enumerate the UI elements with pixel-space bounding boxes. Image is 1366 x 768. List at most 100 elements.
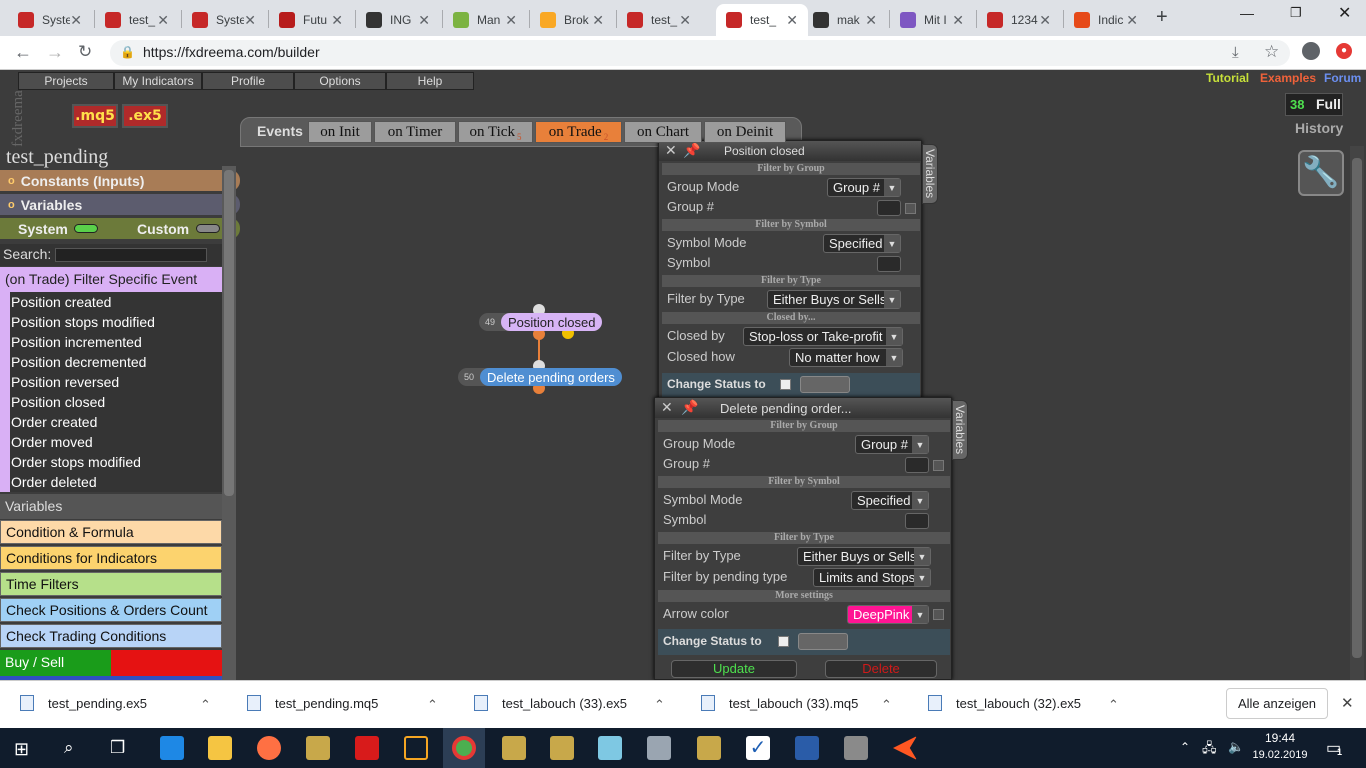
group-num-checkbox[interactable] bbox=[905, 203, 916, 214]
pending-type-select[interactable]: Limits and Stops ▼ bbox=[813, 568, 931, 587]
change-status-checkbox[interactable] bbox=[780, 379, 791, 390]
filter-type-select[interactable]: Either Buys or Sells ▼ bbox=[767, 290, 901, 309]
category-item[interactable]: Check Trading Conditions bbox=[0, 624, 222, 648]
app-icon[interactable] bbox=[550, 736, 574, 760]
event-tab-on-deinit[interactable]: on Deinit bbox=[704, 121, 786, 143]
delete-button[interactable]: Delete bbox=[825, 660, 937, 678]
check-icon[interactable]: ✓ bbox=[746, 736, 770, 760]
symbol-mode-select[interactable]: Specified ▼ bbox=[851, 491, 929, 510]
history-link[interactable]: History bbox=[1295, 120, 1343, 136]
event-item[interactable]: Order stops modified bbox=[11, 454, 141, 470]
examples-link[interactable]: Examples bbox=[1260, 71, 1316, 85]
browser-tab[interactable]: test_ ✕ bbox=[617, 4, 701, 36]
search-icon[interactable]: ⌕ bbox=[64, 738, 74, 758]
back-icon[interactable]: ← bbox=[14, 42, 32, 63]
url-text[interactable]: https://fxdreema.com/builder bbox=[143, 44, 320, 60]
close-tab-icon[interactable]: ✕ bbox=[952, 12, 964, 29]
download-menu-chevron-icon[interactable]: ⌃ bbox=[654, 697, 665, 713]
group-mode-select[interactable]: Group # ▼ bbox=[827, 178, 901, 197]
symbol-input[interactable] bbox=[905, 513, 929, 529]
close-tab-icon[interactable]: ✕ bbox=[592, 12, 604, 29]
arrow-color-checkbox[interactable] bbox=[933, 609, 944, 620]
category-item[interactable]: Check Positions & Orders Count bbox=[0, 598, 222, 622]
download-item[interactable]: test_pending.ex5 bbox=[20, 695, 147, 711]
event-item[interactable]: Order deleted bbox=[11, 474, 97, 490]
task-view-icon[interactable]: ❒ bbox=[110, 738, 125, 758]
browser-tab[interactable]: mak ✕ bbox=[803, 4, 887, 36]
close-downloads-icon[interactable]: ✕ bbox=[1341, 694, 1354, 712]
forward-icon[interactable]: → bbox=[46, 42, 64, 63]
event-item[interactable]: Position reversed bbox=[11, 374, 119, 390]
clock-time[interactable]: 19:44 bbox=[1252, 731, 1308, 745]
app-icon[interactable] bbox=[697, 736, 721, 760]
group-mode-select[interactable]: Group # ▼ bbox=[855, 435, 929, 454]
close-icon[interactable]: ✕ bbox=[665, 142, 677, 159]
browser-tab[interactable]: Syste ✕ bbox=[8, 4, 92, 36]
download-menu-chevron-icon[interactable]: ⌃ bbox=[200, 697, 211, 713]
closed-by-select[interactable]: Stop-loss or Take-profit ▼ bbox=[743, 327, 903, 346]
app-icon[interactable] bbox=[404, 736, 428, 760]
tutorial-link[interactable]: Tutorial bbox=[1206, 71, 1249, 85]
browser-tab[interactable]: Brok ✕ bbox=[530, 4, 614, 36]
event-item[interactable]: Position created bbox=[11, 294, 111, 310]
close-tab-icon[interactable]: ✕ bbox=[505, 12, 517, 29]
minimize-button[interactable]: — bbox=[1240, 5, 1254, 21]
new-tab-button[interactable]: + bbox=[1156, 6, 1168, 29]
event-item[interactable]: Position decremented bbox=[11, 354, 146, 370]
maximize-button[interactable]: ❐ bbox=[1290, 5, 1302, 21]
chrome-icon[interactable] bbox=[452, 736, 476, 760]
event-tab-on-chart[interactable]: on Chart bbox=[624, 121, 702, 143]
forum-link[interactable]: Forum bbox=[1324, 71, 1361, 85]
browser-tab[interactable]: Futu ✕ bbox=[269, 4, 353, 36]
app-icon[interactable] bbox=[844, 736, 868, 760]
filter-type-select[interactable]: Either Buys or Sells ▼ bbox=[797, 547, 931, 566]
category-item[interactable]: Conditions for Indicators bbox=[0, 546, 222, 570]
app-icon[interactable] bbox=[306, 736, 330, 760]
close-tab-icon[interactable]: ✕ bbox=[244, 12, 256, 29]
download-menu-chevron-icon[interactable]: ⌃ bbox=[881, 697, 892, 713]
close-tab-icon[interactable]: ✕ bbox=[679, 12, 691, 29]
volume-icon[interactable]: 🔈 bbox=[1228, 739, 1244, 755]
star-icon[interactable]: ☆ bbox=[1264, 42, 1279, 62]
symbol-mode-select[interactable]: Specified ▼ bbox=[823, 234, 901, 253]
panel1-variables-tab[interactable]: Variables bbox=[922, 144, 938, 204]
file-explorer-icon[interactable] bbox=[208, 736, 232, 760]
update-button[interactable]: Update bbox=[671, 660, 797, 678]
block-delete-pending-orders[interactable]: 50 Delete pending orders bbox=[458, 368, 622, 386]
closed-how-select[interactable]: No matter how ▼ bbox=[789, 348, 903, 367]
download-item[interactable]: test_labouch (33).ex5 bbox=[474, 695, 627, 711]
download-menu-chevron-icon[interactable]: ⌃ bbox=[1108, 697, 1119, 713]
event-item[interactable]: Position stops modified bbox=[11, 314, 155, 330]
browser-tab[interactable]: ING ✕ bbox=[356, 4, 440, 36]
browser-tab[interactable]: test_ ✕ bbox=[95, 4, 179, 36]
download-menu-chevron-icon[interactable]: ⌃ bbox=[427, 697, 438, 713]
close-tab-icon[interactable]: ✕ bbox=[418, 12, 430, 29]
browser-tab[interactable]: Man ✕ bbox=[443, 4, 527, 36]
browser-tab[interactable]: test_ ✕ bbox=[716, 4, 808, 36]
category-item[interactable]: Condition & Formula bbox=[0, 520, 222, 544]
canvas-scroll-thumb[interactable] bbox=[1352, 158, 1362, 658]
browser-tab[interactable]: Syste ✕ bbox=[182, 4, 266, 36]
app-icon[interactable] bbox=[502, 736, 526, 760]
group-num-input[interactable] bbox=[877, 200, 901, 216]
browser-tab[interactable]: Indic ✕ bbox=[1064, 4, 1148, 36]
event-item[interactable]: Order moved bbox=[11, 434, 93, 450]
show-all-downloads-button[interactable]: Alle anzeigen bbox=[1226, 688, 1328, 719]
event-tab-on-trade[interactable]: on Trade 2 bbox=[535, 121, 622, 143]
close-tab-icon[interactable]: ✕ bbox=[865, 12, 877, 29]
event-tab-on-init[interactable]: on Init bbox=[308, 121, 372, 143]
download-item[interactable]: test_labouch (32).ex5 bbox=[928, 695, 1081, 711]
event-tab-on-tick[interactable]: on Tick 5 bbox=[458, 121, 533, 143]
event-tab-on-timer[interactable]: on Timer bbox=[374, 121, 456, 143]
group-num-input[interactable] bbox=[905, 457, 929, 473]
symbol-input[interactable] bbox=[877, 256, 901, 272]
windows-start-icon[interactable]: ⊞ bbox=[14, 739, 29, 760]
close-icon[interactable]: ✕ bbox=[661, 399, 673, 416]
browser-tab[interactable]: Mit I ✕ bbox=[890, 4, 974, 36]
wrench-icon[interactable]: 🔧 bbox=[1298, 150, 1344, 196]
install-icon[interactable]: ⤓ bbox=[1232, 44, 1239, 61]
close-tab-icon[interactable]: ✕ bbox=[786, 12, 798, 29]
app-icon[interactable] bbox=[795, 736, 819, 760]
group-num-checkbox[interactable] bbox=[933, 460, 944, 471]
firefox-icon[interactable] bbox=[257, 736, 281, 760]
